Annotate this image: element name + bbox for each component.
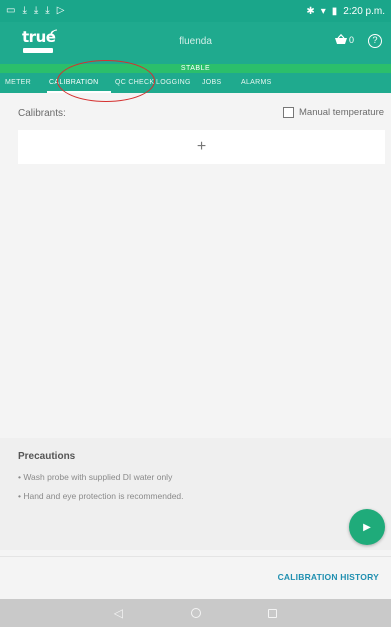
manual-temperature-toggle[interactable]: Manual temperature: [283, 107, 384, 118]
tab-bar: METER CALIBRATION QC CHECK LOGGING JOBS …: [0, 73, 391, 93]
tab-logging[interactable]: LOGGING: [156, 73, 202, 93]
add-calibrant-button[interactable]: +: [18, 130, 385, 164]
battery-icon: ▮: [331, 5, 338, 17]
back-icon[interactable]: ◁: [114, 606, 123, 620]
tab-calibration[interactable]: CALIBRATION: [47, 73, 111, 93]
precaution-item: • Wash probe with supplied DI water only: [18, 472, 173, 482]
logo-bar: [23, 48, 53, 53]
precautions-panel: Precautions • Wash probe with supplied D…: [0, 438, 391, 550]
device-name: fluenda: [179, 36, 212, 47]
cart-button[interactable]: 0: [334, 34, 354, 45]
calibrants-label: Calibrants:: [18, 108, 66, 119]
download-icon: ⤓: [45, 5, 50, 16]
home-icon[interactable]: [190, 608, 201, 618]
download-icon: ⤓: [33, 5, 39, 16]
cart-count: 0: [349, 34, 355, 45]
bluetooth-icon: ✱: [306, 5, 315, 17]
tab-alarms[interactable]: ALARMS: [241, 73, 285, 93]
manual-temperature-checkbox[interactable]: [283, 107, 294, 118]
tab-meter[interactable]: METER: [5, 73, 49, 93]
help-button[interactable]: ?: [368, 34, 382, 48]
play-store-icon: ▷: [56, 5, 65, 16]
tab-qc-check[interactable]: QC CHECK: [115, 73, 156, 93]
start-calibration-button[interactable]: ▶: [349, 509, 385, 545]
wifi-icon: ▾: [320, 5, 326, 17]
stable-indicator: STABLE: [0, 64, 391, 73]
download-icon: ⤓: [22, 5, 27, 16]
calibration-history-button[interactable]: CALIBRATION HISTORY: [278, 572, 379, 582]
precaution-item: • Hand and eye protection is recommended…: [18, 491, 184, 501]
play-icon: ▶: [363, 521, 371, 533]
manual-temperature-label: Manual temperature: [299, 107, 385, 118]
history-bar: CALIBRATION HISTORY: [0, 556, 391, 598]
status-time: 2:20 p.m.: [343, 5, 385, 17]
tab-jobs[interactable]: JOBS: [202, 73, 241, 93]
notification-icon: ▭: [6, 5, 16, 16]
recent-apps-icon[interactable]: [268, 608, 278, 618]
precautions-title: Precautions: [18, 451, 76, 462]
plus-icon: +: [196, 138, 207, 155]
status-bar: ▭ ⤓ ⤓ ⤓ ▷ ✱ ▾ ▮ 2:20 p.m.: [0, 0, 391, 22]
system-nav-bar: ◁: [0, 599, 391, 627]
basket-icon: [335, 34, 347, 44]
app-bar: true fluenda 0 ?: [0, 22, 391, 64]
